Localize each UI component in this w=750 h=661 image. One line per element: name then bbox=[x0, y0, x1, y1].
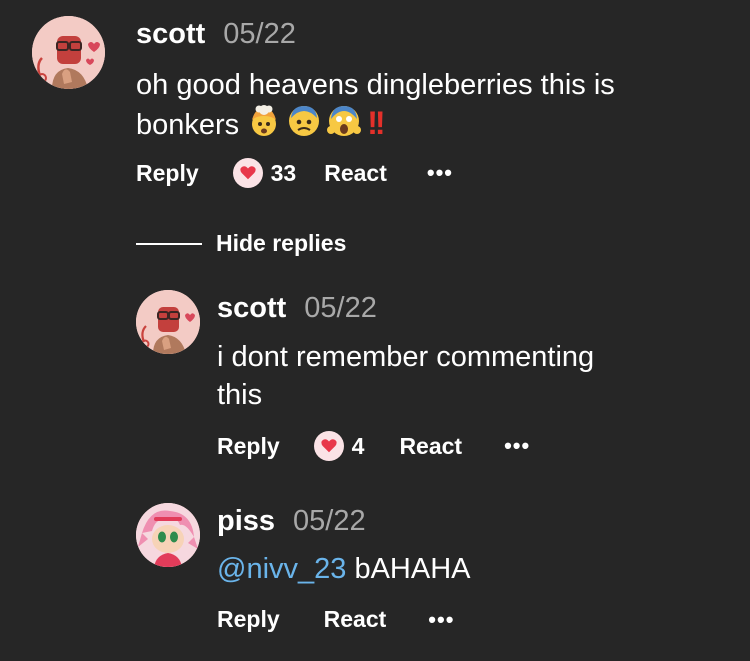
avatar[interactable] bbox=[136, 503, 200, 567]
comment-date: 05/22 bbox=[293, 505, 366, 537]
comment-text-block: @nivv_23 bAHAHA bbox=[217, 550, 717, 588]
more-options-icon[interactable]: ••• bbox=[428, 607, 454, 633]
reply-button[interactable]: Reply bbox=[217, 433, 280, 460]
screaming-face-emoji bbox=[327, 104, 362, 138]
comment: scott 05/22 oh good heavens dingleberrie… bbox=[0, 0, 750, 200]
comment-text: this bbox=[217, 379, 263, 411]
heart-reaction-icon[interactable] bbox=[232, 158, 263, 188]
divider bbox=[136, 242, 202, 245]
comment-date: 05/22 bbox=[223, 18, 296, 50]
double-exclamation-mark: !! bbox=[367, 105, 385, 141]
comment-text: bAHAHA bbox=[346, 553, 471, 585]
hide-replies-label[interactable]: Hide replies bbox=[216, 230, 346, 257]
comment-date: 05/22 bbox=[304, 292, 377, 324]
comment-text-block: i dont remember commenting this bbox=[217, 338, 717, 414]
hide-replies-toggle[interactable]: Hide replies bbox=[136, 230, 346, 257]
avatar[interactable] bbox=[32, 16, 105, 89]
like-count: 33 bbox=[270, 159, 297, 186]
reply-button[interactable]: Reply bbox=[217, 606, 280, 633]
react-button[interactable]: React bbox=[324, 160, 387, 187]
anxious-face-emoji bbox=[287, 104, 321, 138]
like-count: 4 bbox=[351, 432, 365, 459]
reply-comment: scott 05/22 i dont remember commenting t… bbox=[0, 280, 750, 470]
username[interactable]: piss bbox=[217, 505, 275, 538]
comment-thread: scott 05/22 oh good heavens dingleberrie… bbox=[0, 0, 750, 661]
username[interactable]: scott bbox=[136, 18, 205, 51]
reply-button[interactable]: Reply bbox=[136, 160, 199, 187]
exploding-head-emoji bbox=[247, 104, 281, 138]
heart-reaction-icon[interactable] bbox=[313, 431, 344, 461]
username[interactable]: scott bbox=[217, 292, 286, 325]
avatar[interactable] bbox=[136, 290, 200, 354]
comment-text-block: oh good heavens dingleberries this is bo… bbox=[136, 66, 696, 144]
more-options-icon[interactable]: ••• bbox=[427, 160, 453, 186]
reply-comment: piss 05/22 @nivv_23 bAHAHA Reply React •… bbox=[0, 495, 750, 661]
react-button[interactable]: React bbox=[324, 606, 387, 633]
react-button[interactable]: React bbox=[399, 433, 462, 460]
user-mention-link[interactable]: @nivv_23 bbox=[217, 553, 346, 585]
more-options-icon[interactable]: ••• bbox=[504, 433, 530, 459]
comment-text: i dont remember commenting bbox=[217, 341, 595, 373]
